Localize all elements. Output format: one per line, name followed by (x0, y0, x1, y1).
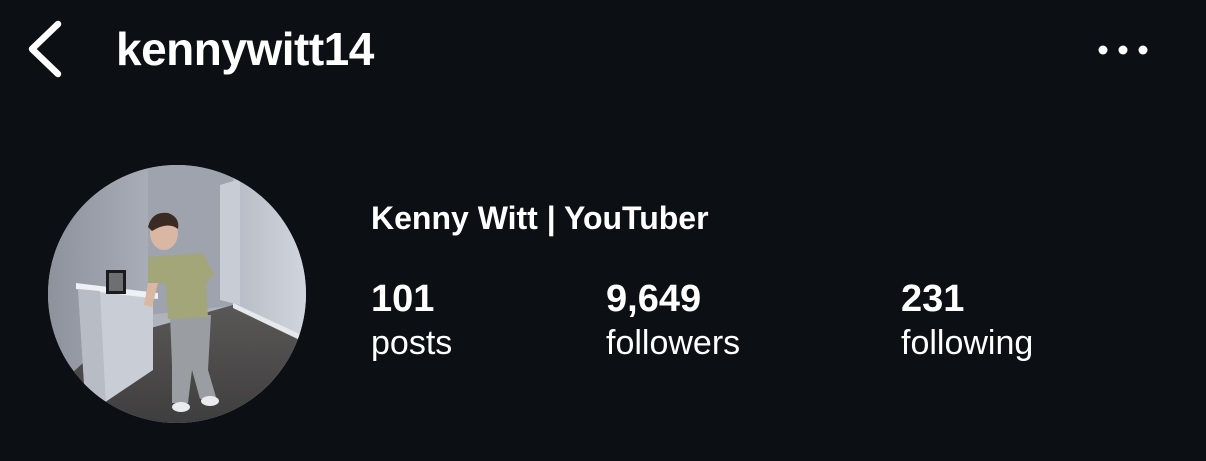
following-label: following (901, 324, 1034, 362)
back-button[interactable] (22, 18, 72, 80)
profile-username: kennywitt14 (116, 23, 374, 75)
followers-label: followers (606, 324, 741, 362)
more-horizontal-icon (1098, 45, 1148, 55)
top-bar: kennywitt14 (0, 0, 1206, 100)
followers-count: 9,649 (606, 278, 702, 320)
posts-count: 101 (371, 278, 435, 320)
profile-photo (48, 165, 306, 423)
posts-label: posts (371, 324, 453, 362)
profile-display-name: Kenny Witt | YouTuber (371, 200, 709, 236)
more-options-button[interactable] (1090, 30, 1156, 70)
followers-stat[interactable]: 9,649 followers (606, 276, 740, 364)
profile-avatar[interactable] (48, 165, 306, 423)
following-stat[interactable]: 231 following (901, 276, 1033, 364)
following-count: 231 (901, 278, 965, 320)
chevron-left-icon (28, 20, 62, 78)
posts-stat[interactable]: 101 posts (371, 276, 452, 364)
